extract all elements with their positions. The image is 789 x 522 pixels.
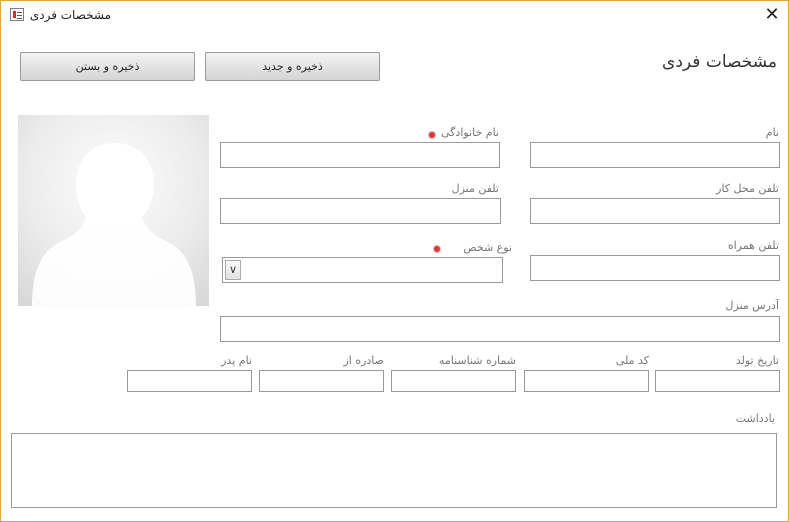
birth-date-field[interactable]: [655, 370, 780, 392]
issued-from-field[interactable]: [259, 370, 384, 392]
person-silhouette-icon: [32, 143, 196, 306]
first-name-label: نام: [765, 126, 779, 139]
father-name-field[interactable]: [127, 370, 252, 392]
close-button[interactable]: ✕: [761, 5, 783, 25]
national-code-field[interactable]: [524, 370, 649, 392]
issued-from-label: صادره از: [343, 354, 384, 367]
id-number-label: شماره شناسنامه: [438, 354, 516, 367]
form-title: مشخصات فردی: [662, 52, 777, 72]
mobile-field[interactable]: [530, 255, 780, 281]
form-icon: [10, 8, 24, 21]
chevron-down-icon[interactable]: ∨: [225, 260, 241, 280]
last-name-field[interactable]: [220, 142, 500, 168]
notes-field[interactable]: [11, 433, 777, 508]
home-phone-label: تلفن منزل: [451, 182, 499, 195]
save-and-close-button[interactable]: ذخیره و بستن: [20, 52, 195, 81]
home-address-label: آدرس منزل: [725, 299, 779, 312]
mobile-label: تلفن همراه: [727, 239, 779, 252]
work-phone-label: تلفن محل کار: [716, 182, 779, 195]
work-phone-field[interactable]: [530, 198, 780, 224]
national-code-label: کد ملی: [615, 354, 649, 367]
required-marker-icon: [433, 245, 441, 253]
home-address-field[interactable]: [220, 316, 780, 342]
close-icon: ✕: [764, 4, 780, 25]
id-number-field[interactable]: [391, 370, 516, 392]
window-title: مشخصات فردی: [29, 8, 111, 22]
save-and-new-button[interactable]: ذخیره و جدید: [205, 52, 380, 81]
home-phone-field[interactable]: [220, 198, 501, 224]
person-type-label: نوع شخص: [463, 241, 512, 254]
father-name-label: نام پدر: [221, 354, 252, 367]
required-marker-icon: [428, 131, 436, 139]
notes-label: یادداشت: [735, 412, 775, 425]
last-name-label: نام خانوادگی: [441, 126, 499, 139]
first-name-field[interactable]: [530, 142, 780, 168]
person-type-select[interactable]: ∨: [222, 257, 503, 283]
person-photo[interactable]: [18, 115, 209, 306]
birth-date-label: تاریخ تولد: [735, 354, 779, 367]
